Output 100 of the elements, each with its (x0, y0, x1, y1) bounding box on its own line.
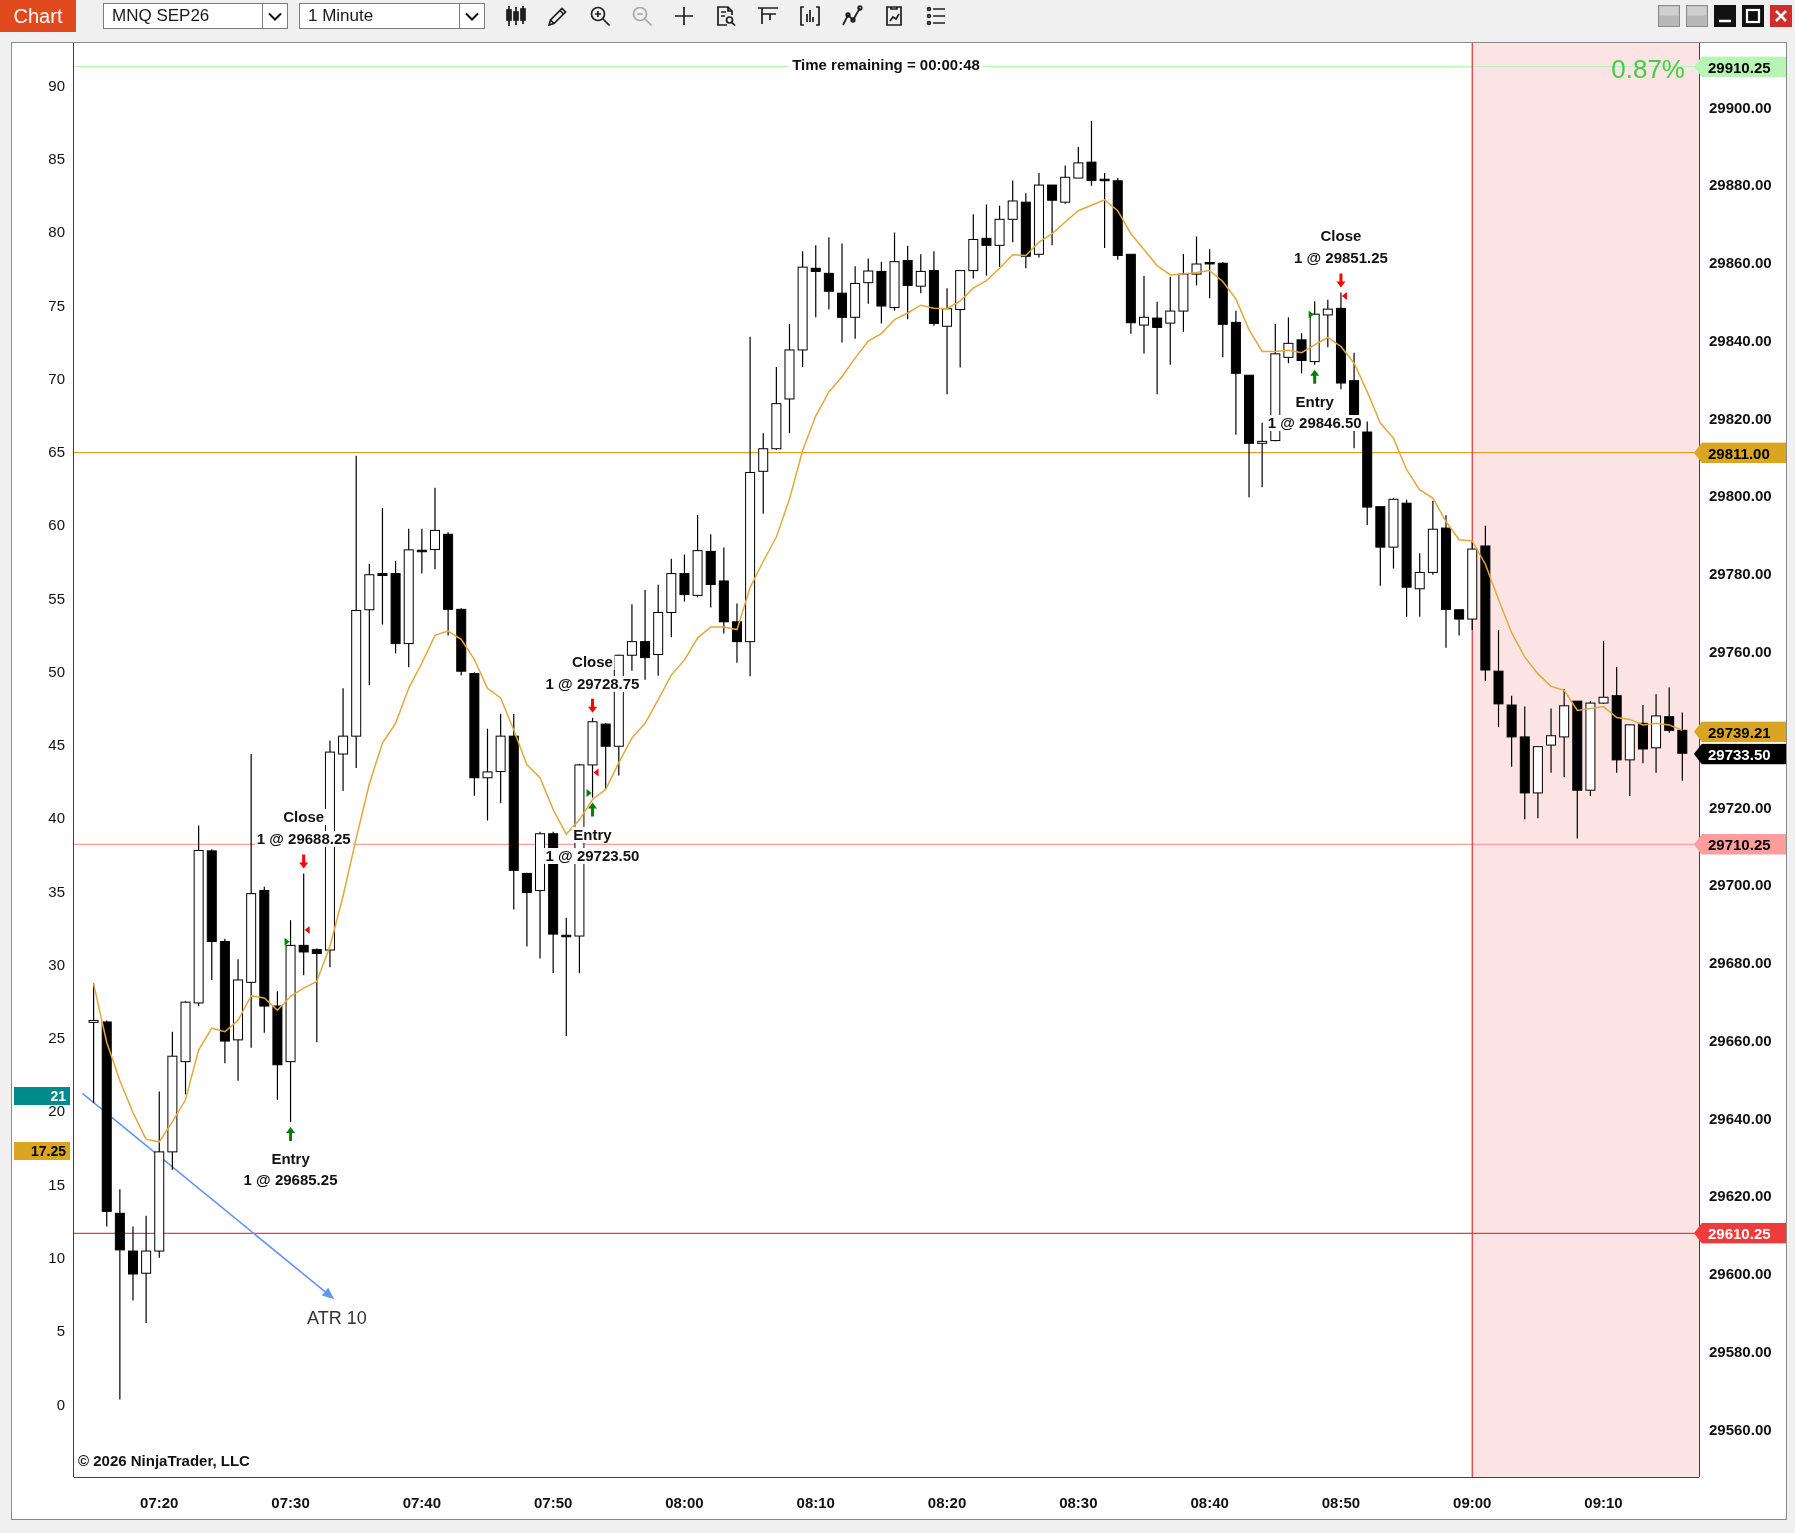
axis-label: 29900.00 (1709, 99, 1772, 114)
candlestick-icon[interactable] (504, 4, 528, 28)
zoom-in-icon[interactable] (588, 4, 612, 28)
trade-fill-label: 1 @ 29728.75 (543, 675, 642, 692)
candlestick (1296, 332, 1307, 374)
axis-label: 29600.00 (1709, 1265, 1772, 1281)
interval-dropdown[interactable]: 1 Minute (299, 3, 485, 29)
trade-fill-label: 1 @ 29851.25 (1292, 250, 1390, 267)
candlestick (1598, 640, 1609, 705)
trade-fill-label: 1 @ 29846.50 (1265, 414, 1364, 431)
candlestick (968, 213, 979, 279)
candlestick (915, 253, 926, 294)
axis-label: 08:20 (927, 1494, 967, 1510)
up-arrow-icon (588, 802, 598, 817)
crosshair-icon[interactable] (672, 4, 696, 28)
caret-icon[interactable] (268, 11, 282, 21)
axis-label: 29620.00 (1709, 1187, 1772, 1203)
candlestick (679, 553, 690, 603)
trade-fill-label: 1 @ 29688.25 (254, 831, 353, 848)
list-icon[interactable] (924, 4, 948, 28)
axis-label: 10 (48, 1250, 65, 1264)
axis-label: 29880.00 (1709, 176, 1772, 192)
chart-tab[interactable]: Chart (0, 0, 76, 32)
candlestick (1546, 707, 1557, 774)
axis-label: 09:10 (1584, 1494, 1623, 1510)
caret-icon[interactable] (465, 11, 479, 21)
price-marker: 29910.25 (1694, 56, 1786, 78)
axis-label: 30 (48, 957, 65, 971)
candlestick (876, 261, 887, 325)
candlestick (1007, 179, 1018, 243)
close-icon[interactable] (1770, 5, 1792, 27)
trade-fill-label: 1 @ 29723.50 (543, 847, 642, 864)
axis-label: 29760.00 (1709, 643, 1772, 659)
candlestick (1191, 235, 1202, 286)
axis-label: 50 (48, 664, 65, 678)
candlestick (1309, 300, 1320, 366)
copyright-text: © 2026 NinjaTrader, LLC (78, 1453, 250, 1469)
minimize-icon[interactable] (1714, 5, 1736, 27)
axis-label: 29720.00 (1709, 799, 1772, 815)
maximize-icon[interactable] (1742, 5, 1764, 27)
axis-label: 35 (48, 884, 65, 898)
up-arrow-icon (286, 1126, 296, 1141)
trade-type-label: Close (570, 653, 615, 670)
axis-label: 45 (48, 737, 65, 751)
up-arrow-icon (1310, 369, 1320, 384)
down-arrow-icon (1336, 273, 1346, 288)
candlestick (626, 603, 637, 672)
axis-label: 0 (56, 1397, 65, 1411)
price-marker: 29610.25 (1694, 1222, 1786, 1244)
value-marker: 21 (14, 1086, 70, 1105)
price-marker: 29739.21 (1694, 721, 1786, 743)
axis-label: 85 (48, 151, 65, 165)
axis-label: 29660.00 (1709, 1032, 1772, 1048)
trade-type-label: Entry (571, 826, 614, 843)
candlestick (1322, 299, 1333, 348)
axis-label: 40 (48, 810, 65, 824)
candlestick (456, 607, 467, 677)
document-search-icon[interactable] (714, 4, 738, 28)
axis-label: 08:10 (796, 1494, 835, 1510)
value-marker: 17.25 (14, 1141, 70, 1160)
candlestick (1637, 704, 1648, 764)
line-chart-icon[interactable] (840, 4, 864, 28)
axis-label: 29800.00 (1709, 487, 1772, 503)
instrument-dropdown[interactable]: MNQ SEP26 (103, 3, 288, 29)
axis-label: 29840.00 (1709, 332, 1772, 348)
candlestick (1664, 686, 1675, 734)
axis-label: 08:00 (665, 1494, 704, 1510)
candlestick (1677, 711, 1688, 782)
axis-label: 08:30 (1059, 1494, 1098, 1510)
triangle-icon (284, 937, 290, 946)
candlestick (600, 722, 611, 790)
axis-label: 55 (48, 591, 65, 605)
bar-chart-icon[interactable] (798, 4, 822, 28)
axis-label: 65 (48, 444, 65, 458)
axis-label: 29820.00 (1709, 410, 1772, 426)
candlestick (1047, 184, 1058, 246)
axis-label: 29700.00 (1709, 876, 1772, 892)
axis-label: 75 (48, 298, 65, 311)
axis-label: 90 (48, 78, 65, 92)
triangle-icon (1308, 310, 1314, 319)
trade-type-label: Close (281, 809, 327, 826)
price-marker: 29733.50 (1694, 743, 1786, 765)
axis-label: 07:50 (533, 1494, 573, 1510)
annotation-label: ATR 10 (307, 1308, 367, 1328)
triangle-icon (593, 768, 599, 777)
candlestick (1060, 165, 1071, 205)
axis-label: 29860.00 (1709, 254, 1772, 270)
axis-label: 29680.00 (1709, 954, 1772, 970)
axis-label: 08:40 (1190, 1494, 1229, 1510)
axis-label: 5 (56, 1323, 65, 1337)
down-arrow-icon (588, 698, 598, 713)
triangle-icon (1341, 292, 1347, 301)
axis-label: 80 (48, 224, 65, 238)
axis-label: 08:50 (1321, 1494, 1361, 1510)
axis-label: 29580.00 (1709, 1343, 1772, 1359)
candlestick (416, 528, 427, 575)
axis-label: 29780.00 (1709, 565, 1772, 581)
axis-label: 07:30 (271, 1494, 310, 1510)
candlestick (994, 205, 1005, 268)
axis-label: 15 (48, 1177, 65, 1191)
